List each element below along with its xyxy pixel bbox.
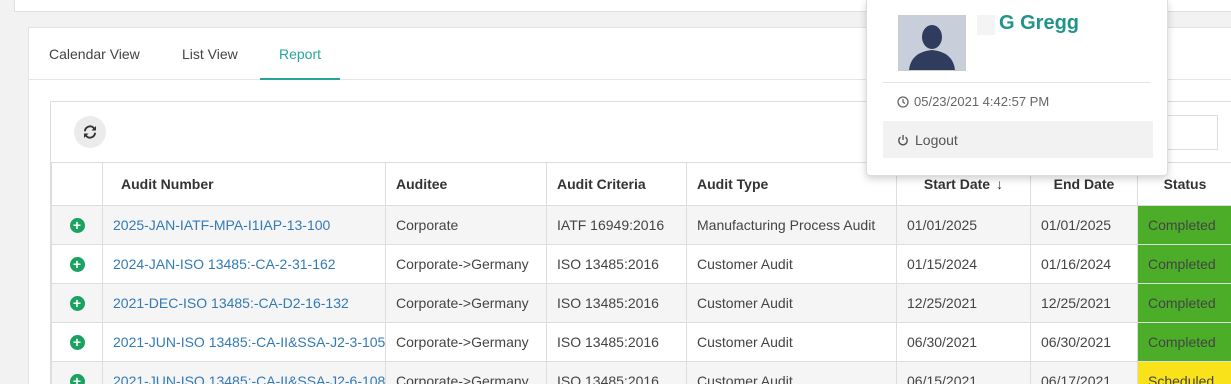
- start-date-cell: 06/15/2021: [896, 361, 1031, 384]
- table-row: + 2025-JAN-IATF-MPA-I1IAP-13-100 Corpora…: [51, 205, 1231, 245]
- column-header-auditee[interactable]: Auditee: [385, 162, 547, 206]
- status-badge: Scheduled: [1137, 361, 1231, 384]
- clock-icon: [897, 95, 909, 108]
- plus-circle-icon[interactable]: +: [69, 296, 85, 311]
- auditee-cell: Corporate->Germany: [385, 283, 547, 323]
- audit-type-cell: Customer Audit: [686, 361, 897, 384]
- logout-button[interactable]: Logout: [883, 121, 1153, 158]
- audit-type-cell: Customer Audit: [686, 244, 897, 284]
- logout-label: Logout: [915, 131, 958, 148]
- last-login: 05/23/2021 4:42:57 PM: [897, 94, 1049, 109]
- table-row: + 2021-DEC-ISO 13485:-CA-D2-16-132 Corpo…: [51, 283, 1231, 323]
- start-date-header-label: Start Date: [923, 176, 991, 192]
- plus-circle-icon[interactable]: +: [69, 374, 85, 384]
- audit-number-link[interactable]: 2021-JUN-ISO 13485:-CA-II&SSA-J2-3-105: [113, 334, 385, 350]
- start-date-cell: 06/30/2021: [896, 322, 1031, 362]
- audit-number-link[interactable]: 2024-JAN-ISO 13485:-CA-2-31-162: [113, 256, 336, 272]
- audit-criteria-cell: ISO 13485:2016: [546, 244, 687, 284]
- start-date-cell: 12/25/2021: [896, 283, 1031, 323]
- expand-cell: +: [51, 361, 103, 384]
- audit-number-cell: 2024-JAN-ISO 13485:-CA-2-31-162: [102, 244, 386, 284]
- audit-type-cell: Customer Audit: [686, 322, 897, 362]
- plus-circle-icon[interactable]: +: [69, 335, 85, 350]
- name-redaction: [977, 15, 995, 35]
- end-date-cell: 12/25/2021: [1030, 283, 1138, 323]
- avatar: [898, 15, 966, 71]
- audit-number-cell: 2021-DEC-ISO 13485:-CA-D2-16-132: [102, 283, 386, 323]
- table-row: + 2021-JUN-ISO 13485:-CA-II&SSA-J2-3-105…: [51, 322, 1231, 362]
- column-header-audit-criteria[interactable]: Audit Criteria: [546, 162, 687, 206]
- refresh-icon: [84, 125, 96, 139]
- start-date-cell: 01/15/2024: [896, 244, 1031, 284]
- auditee-cell: Corporate->Germany: [385, 322, 547, 362]
- audit-number-cell: 2021-JUN-ISO 13485:-CA-II&SSA-J2-6-108: [102, 361, 386, 384]
- expand-cell: +: [51, 205, 103, 245]
- user-name: G Gregg: [999, 12, 1080, 34]
- audit-number-link[interactable]: 2021-JUN-ISO 13485:-CA-II&SSA-J2-6-108: [113, 373, 385, 384]
- auditee-cell: Corporate: [385, 205, 547, 245]
- audit-criteria-cell: ISO 13485:2016: [546, 283, 687, 323]
- end-date-cell: 06/17/2021: [1030, 361, 1138, 384]
- expand-column-header: [51, 162, 103, 206]
- expand-cell: +: [51, 283, 103, 323]
- refresh-button[interactable]: [74, 116, 106, 148]
- auditee-cell: Corporate->Germany: [385, 361, 547, 384]
- status-badge: Completed: [1137, 283, 1231, 323]
- table-row: + 2021-JUN-ISO 13485:-CA-II&SSA-J2-6-108…: [51, 361, 1231, 384]
- status-badge: Completed: [1137, 244, 1231, 284]
- plus-circle-icon[interactable]: +: [69, 257, 85, 272]
- audit-criteria-cell: ISO 13485:2016: [546, 322, 687, 362]
- plus-circle-icon[interactable]: +: [69, 218, 85, 233]
- start-date-cell: 01/01/2025: [896, 205, 1031, 245]
- user-profile-popover: G Gregg 05/23/2021 4:42:57 PM Logout: [866, 0, 1168, 176]
- end-date-cell: 06/30/2021: [1030, 322, 1138, 362]
- tab-report[interactable]: Report: [260, 28, 341, 80]
- auditee-cell: Corporate->Germany: [385, 244, 547, 284]
- audit-type-cell: Customer Audit: [686, 283, 897, 323]
- arrow-down-icon: ↓: [996, 176, 1004, 192]
- status-badge: Completed: [1137, 205, 1231, 245]
- user-silhouette-icon: [899, 16, 965, 70]
- audit-number-link[interactable]: 2025-JAN-IATF-MPA-I1IAP-13-100: [113, 217, 330, 233]
- audit-criteria-cell: ISO 13485:2016: [546, 361, 687, 384]
- last-login-time: 05/23/2021 4:42:57 PM: [914, 94, 1050, 109]
- audit-table: Audit Number Auditee Audit Criteria Audi…: [51, 162, 1231, 384]
- audit-type-cell: Manufacturing Process Audit: [686, 205, 897, 245]
- column-header-audit-type[interactable]: Audit Type: [686, 162, 897, 206]
- expand-cell: +: [51, 244, 103, 284]
- tab-calendar-view[interactable]: Calendar View: [49, 28, 140, 80]
- expand-cell: +: [51, 322, 103, 362]
- audit-number-link[interactable]: 2021-DEC-ISO 13485:-CA-D2-16-132: [113, 295, 349, 311]
- status-badge: Completed: [1137, 322, 1231, 362]
- end-date-cell: 01/16/2024: [1030, 244, 1138, 284]
- tab-list-view[interactable]: List View: [182, 28, 238, 80]
- divider: [883, 82, 1151, 83]
- table-row: + 2024-JAN-ISO 13485:-CA-2-31-162 Corpor…: [51, 244, 1231, 284]
- column-header-audit-number[interactable]: Audit Number: [102, 162, 386, 206]
- audit-criteria-cell: IATF 16949:2016: [546, 205, 687, 245]
- audit-number-cell: 2021-JUN-ISO 13485:-CA-II&SSA-J2-3-105: [102, 322, 386, 362]
- power-icon: [898, 134, 908, 145]
- audit-number-cell: 2025-JAN-IATF-MPA-I1IAP-13-100: [102, 205, 386, 245]
- end-date-cell: 01/01/2025: [1030, 205, 1138, 245]
